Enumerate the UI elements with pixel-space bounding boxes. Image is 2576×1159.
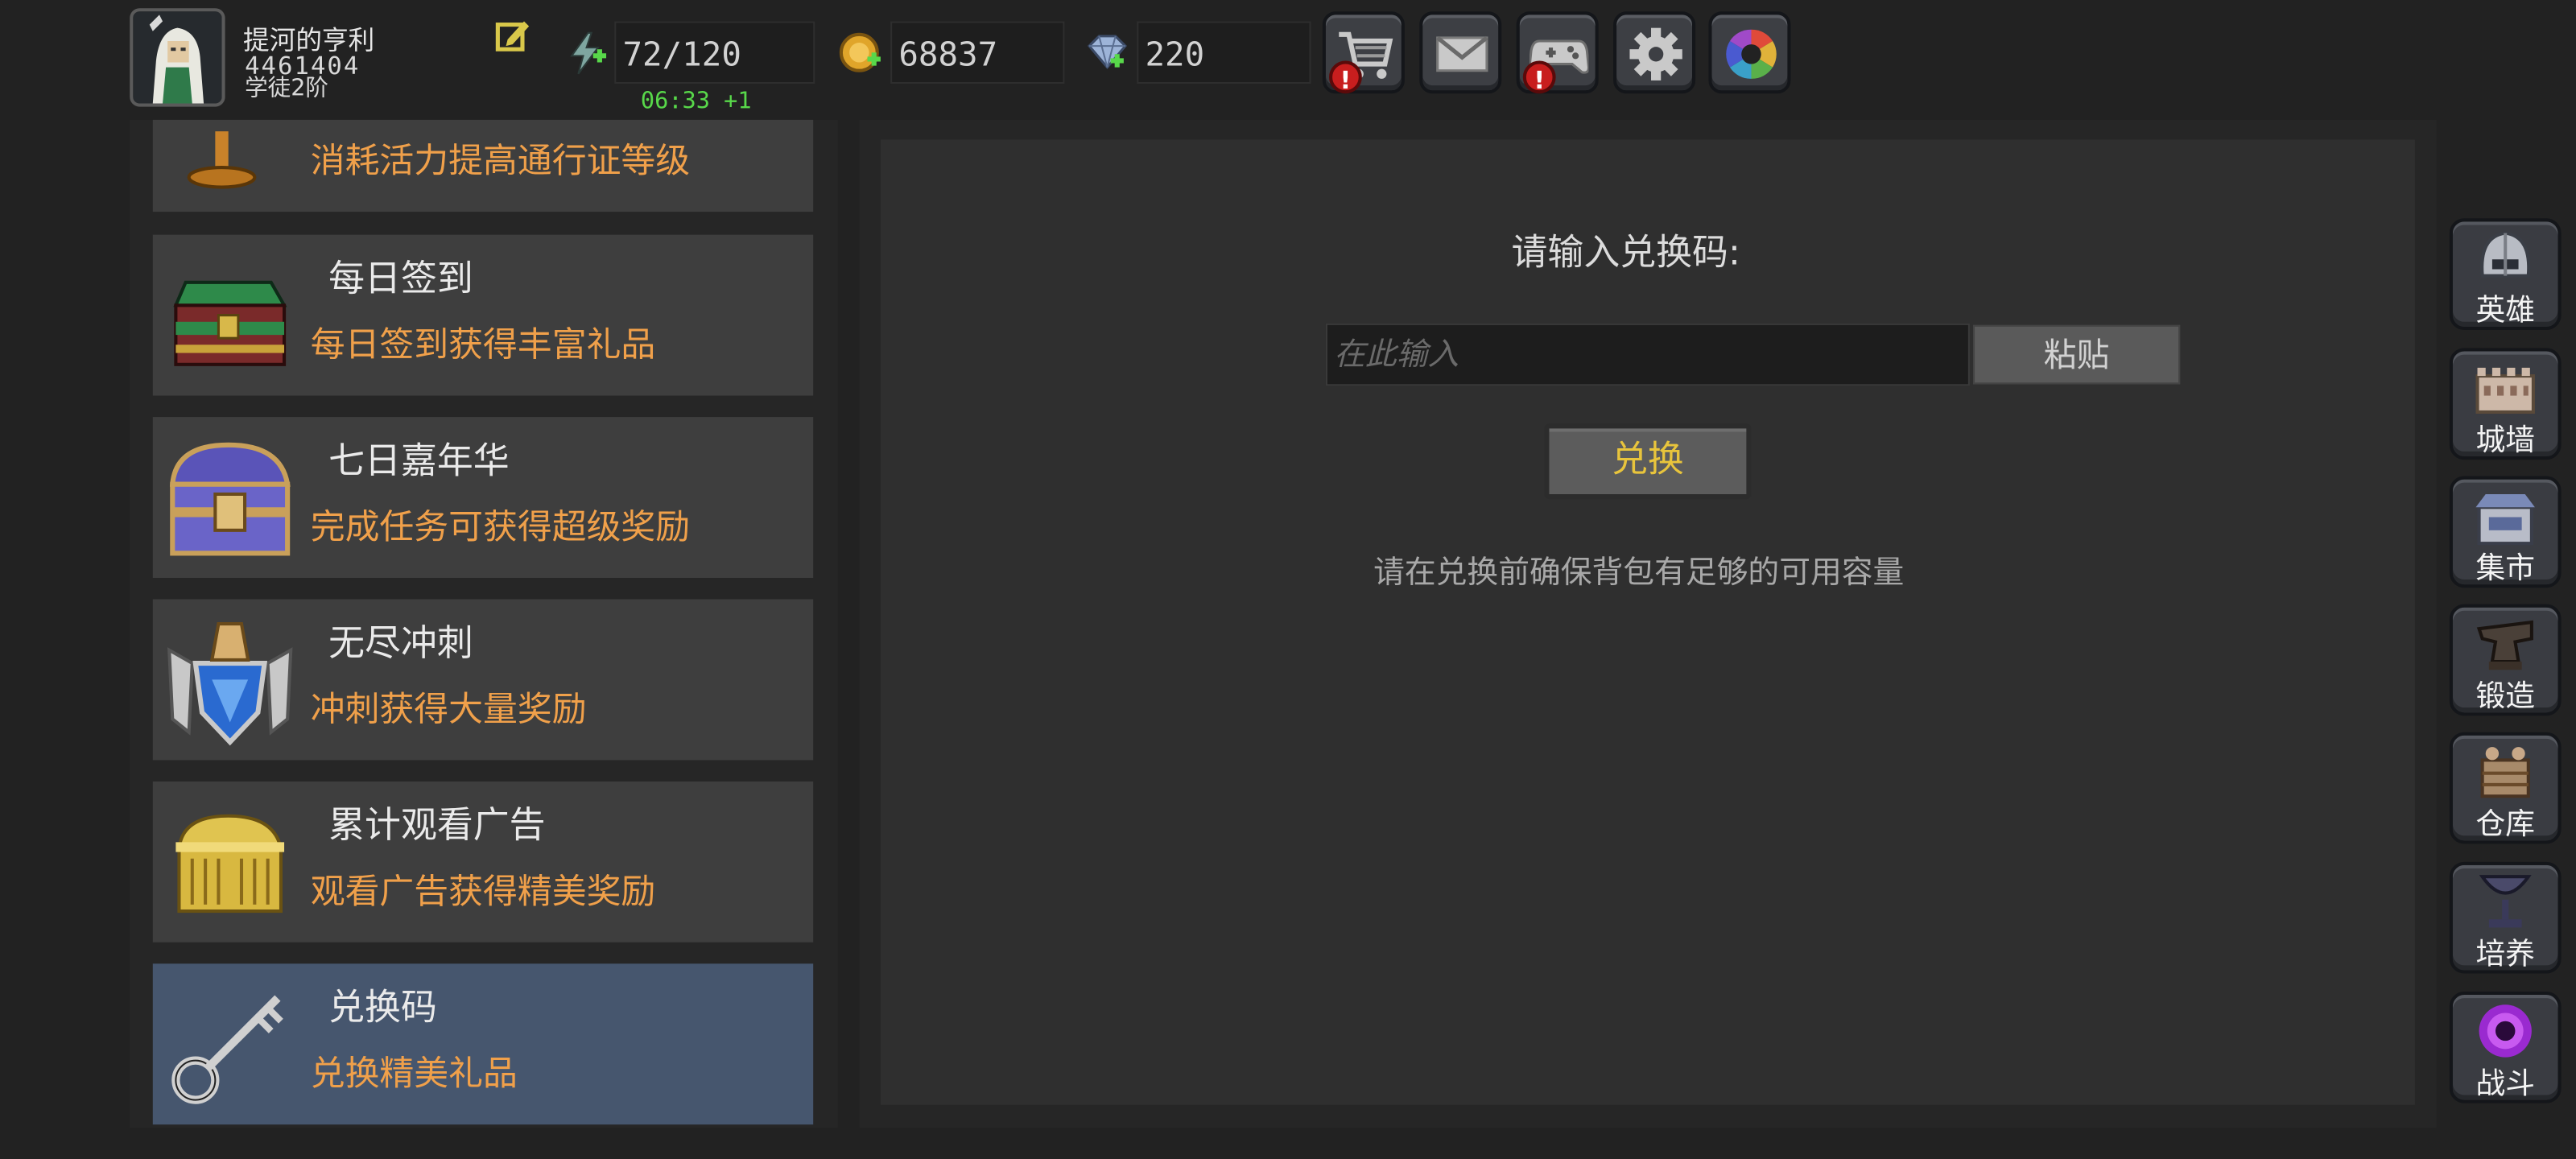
gem-value: 220 <box>1137 21 1311 85</box>
nav-battle-button[interactable]: 战斗 <box>2449 991 2562 1103</box>
activity-desc: 消耗活力提高通行证等级 <box>310 141 691 181</box>
activity-desc: 冲刺获得大量奖励 <box>310 689 587 729</box>
market-icon <box>2475 493 2535 546</box>
edit-name-icon[interactable] <box>493 16 532 56</box>
aperture-button[interactable] <box>1708 11 1791 94</box>
nav-market-button[interactable]: 集市 <box>2449 476 2562 588</box>
gold-coin-icon <box>838 30 884 76</box>
paste-button[interactable]: 粘贴 <box>1973 324 2181 385</box>
activity-title: 累计观看广告 <box>328 806 546 848</box>
redeem-notice: 请在兑换前确保背包有足够的可用容量 <box>1373 555 1905 592</box>
player-avatar[interactable] <box>130 8 225 107</box>
nav-label: 集市 <box>2475 551 2535 587</box>
nav-label: 培养 <box>2475 937 2535 972</box>
activity-card-daily-checkin[interactable]: 每日签到 每日签到获得丰富礼品 <box>152 234 814 396</box>
nav-forge-button[interactable]: 锻造 <box>2449 604 2562 716</box>
gamepad-button[interactable]: ! <box>1516 11 1599 95</box>
activity-desc: 兑换精美礼品 <box>310 1054 518 1094</box>
gamepad-alert-badge: ! <box>1522 60 1556 95</box>
nav-hero-button[interactable]: 英雄 <box>2449 218 2562 330</box>
nav-label: 英雄 <box>2475 294 2535 328</box>
player-rank: 学徒2阶 <box>245 75 329 102</box>
portal-icon <box>2479 1004 2532 1058</box>
helmet-icon <box>2480 231 2531 278</box>
aperture-icon <box>1726 29 1777 79</box>
redeem-button[interactable]: 兑换 <box>1544 423 1752 500</box>
key-icon <box>163 979 297 1113</box>
activity-title: 兑换码 <box>328 988 437 1029</box>
activity-desc: 每日签到获得丰富礼品 <box>310 324 656 365</box>
activity-title: 无尽冲刺 <box>328 624 473 666</box>
gold-value: 68837 <box>890 21 1065 85</box>
nav-warehouse-button[interactable]: 仓库 <box>2449 732 2562 844</box>
activity-title: 每日签到 <box>328 259 473 301</box>
trophy-icon <box>163 120 297 200</box>
activity-card-redeem-code[interactable]: 兑换码 兑换精美礼品 <box>152 963 814 1125</box>
nav-label: 仓库 <box>2475 807 2535 843</box>
green-chest-icon <box>163 250 297 384</box>
activity-card-pass[interactable]: 消耗活力提高通行证等级 <box>152 119 814 212</box>
envelope-icon <box>1436 35 1488 72</box>
shop-alert-badge: ! <box>1329 60 1362 95</box>
activity-desc: 完成任务可获得超级奖励 <box>310 507 691 547</box>
redeem-panel-body <box>880 139 2415 1105</box>
energy-value: 72/120 <box>614 21 815 85</box>
nav-wall-button[interactable]: 城墙 <box>2449 348 2562 460</box>
chalice-icon <box>2479 875 2532 928</box>
gold-chest-icon <box>163 796 297 930</box>
activity-title: 七日嘉年华 <box>328 441 510 483</box>
activity-desc: 观看广告获得精美奖励 <box>310 872 656 912</box>
energy-icon <box>562 30 608 76</box>
wall-icon <box>2475 367 2535 415</box>
warehouse-icon <box>2480 747 2530 798</box>
nav-cultivate-button[interactable]: 培养 <box>2449 861 2562 974</box>
redeem-prompt: 请输入兑换码: <box>1511 233 1741 274</box>
crest-icon <box>163 614 297 749</box>
anvil-icon <box>2476 620 2533 670</box>
energy-timer: 06:33 +1 <box>640 89 752 115</box>
activity-card-seven-day-carnival[interactable]: 七日嘉年华 完成任务可获得超级奖励 <box>152 417 814 578</box>
gem-icon <box>1084 30 1130 76</box>
nav-label: 战斗 <box>2475 1066 2535 1102</box>
activity-list[interactable]: 消耗活力提高通行证等级 每日签到 每日签到获得丰富礼品 七日嘉年华 完成任务可获… <box>130 119 838 1128</box>
purple-chest-icon <box>163 431 297 566</box>
redeem-code-input[interactable] <box>1325 323 1970 386</box>
mail-button[interactable] <box>1419 11 1502 94</box>
nav-label: 锻造 <box>2475 679 2535 715</box>
activity-card-endless-sprint[interactable]: 无尽冲刺 冲刺获得大量奖励 <box>152 599 814 761</box>
activity-card-watch-ads[interactable]: 累计观看广告 观看广告获得精美奖励 <box>152 781 814 942</box>
shop-button[interactable]: ! <box>1322 11 1405 95</box>
gear-icon <box>1629 27 1682 80</box>
settings-button[interactable] <box>1613 11 1696 94</box>
nav-label: 城墙 <box>2475 423 2535 459</box>
